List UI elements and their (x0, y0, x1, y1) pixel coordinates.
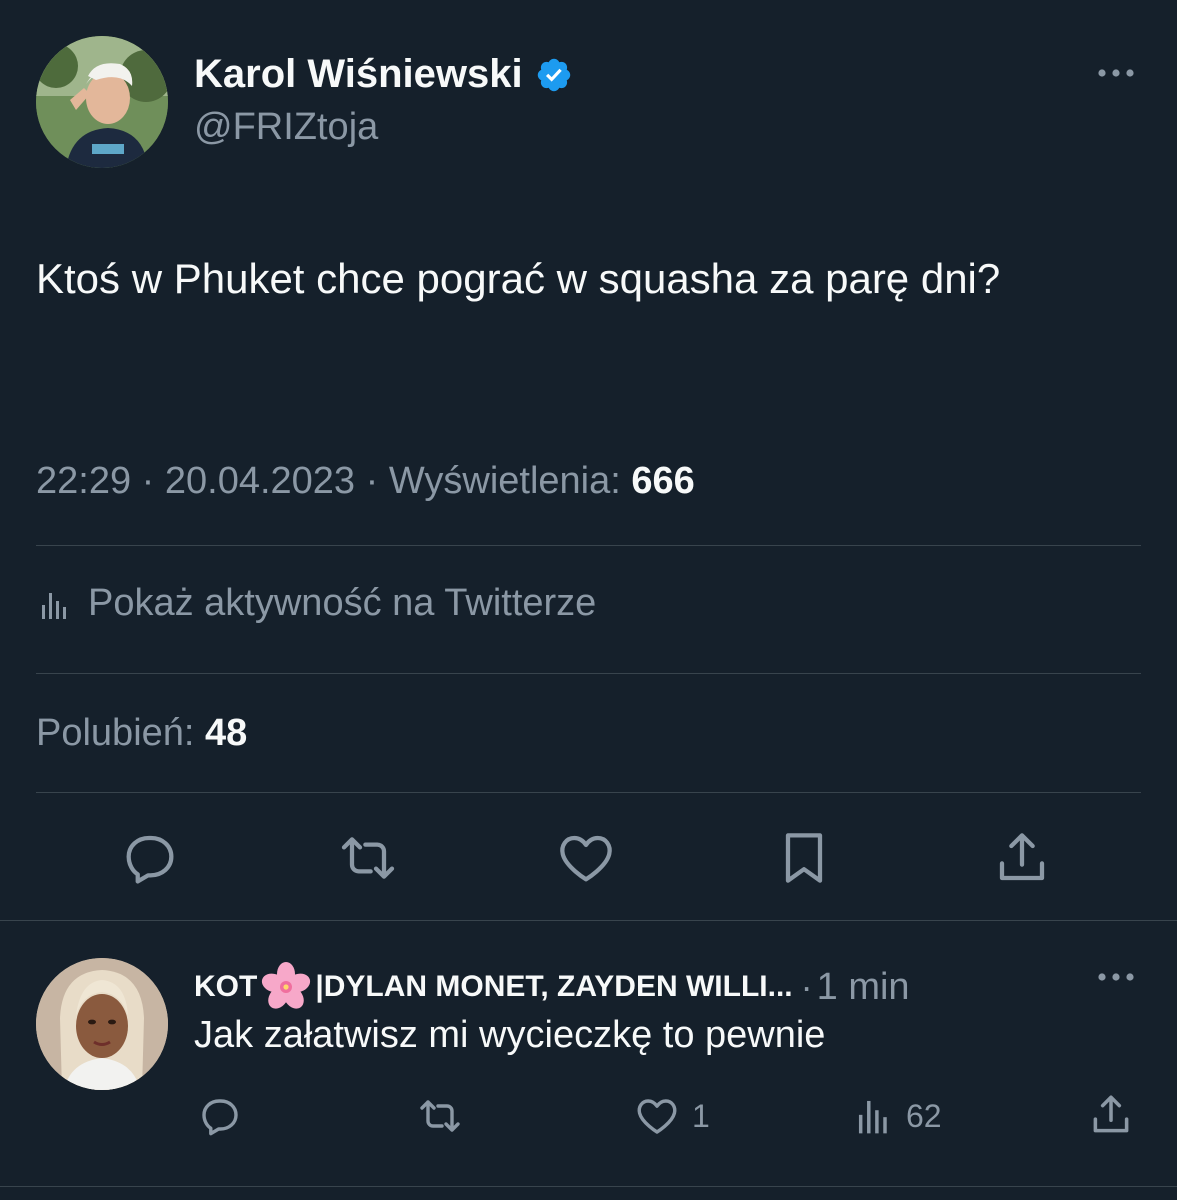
show-activity-link[interactable]: Pokaż aktywność na Twitterze (36, 582, 596, 625)
reply-text: Jak załatwisz mi wycieczkę to pewnie (194, 1014, 826, 1056)
tweet-text: Ktoś w Phuket chce pograć w squasha za p… (36, 255, 1001, 302)
share-icon (999, 833, 1045, 881)
divider (0, 1186, 1177, 1187)
cherry-blossom-icon (262, 962, 311, 1009)
retweet-icon (341, 837, 395, 879)
reply-author-avatar[interactable] (36, 958, 168, 1090)
likes-summary[interactable]: Polubień: 48 (36, 712, 247, 755)
reply-bubble-icon (126, 835, 174, 884)
author-handle[interactable]: @FRIZtoja (194, 106, 378, 149)
tweet-time[interactable]: 22:29 (36, 460, 131, 502)
share-icon (1093, 1095, 1129, 1133)
author-avatar[interactable] (36, 36, 168, 168)
meta-separator: · (365, 460, 389, 502)
reply-like-button[interactable]: 1 (632, 1092, 710, 1140)
divider (36, 673, 1141, 674)
reply-views-button[interactable]: 62 (852, 1092, 942, 1140)
reply-time[interactable]: 1 min (817, 966, 910, 1009)
reply-author-name-suffix: |DYLAN MONET, ZAYDEN WILLI... (315, 970, 793, 1003)
reply-reply-button[interactable] (196, 1092, 244, 1140)
show-activity-label: Pokaż aktywność na Twitterze (88, 582, 597, 624)
analytics-bars-icon (858, 1100, 887, 1134)
retweet-button[interactable] (336, 826, 400, 890)
likes-label: Polubień: (36, 712, 195, 754)
more-dots-icon (1098, 973, 1134, 981)
reply-share-button[interactable] (1086, 1090, 1136, 1140)
reply-like-count: 1 (692, 1097, 710, 1134)
divider (0, 920, 1177, 921)
reply-bubble-icon (202, 1099, 238, 1136)
reply-time-separator: · (800, 966, 813, 1007)
views-label: Wyświetlenia: (388, 460, 621, 502)
retweet-icon (420, 1100, 460, 1132)
author-name-text: Karol Wiśniewski (194, 52, 523, 96)
more-options-button[interactable] (1092, 58, 1140, 88)
bookmark-button[interactable] (772, 826, 836, 890)
reply-button[interactable] (118, 826, 182, 890)
share-button[interactable] (990, 826, 1054, 890)
heart-icon (637, 1099, 677, 1134)
likes-count: 48 (205, 712, 248, 754)
bookmark-icon (785, 833, 823, 883)
reply-author-name-prefix: KOT (194, 970, 258, 1003)
verified-badge-icon (537, 58, 570, 91)
divider (36, 545, 1141, 546)
meta-separator: · (141, 460, 165, 502)
like-button[interactable] (554, 826, 618, 890)
heart-icon (560, 835, 612, 882)
reply-more-options-button[interactable] (1092, 962, 1140, 992)
reply-retweet-button[interactable] (414, 1092, 466, 1140)
tweet-meta: 22:29 · 20.04.2023 · Wyświetlenia: 666 (36, 460, 695, 503)
tweet-date[interactable]: 20.04.2023 (165, 460, 355, 502)
analytics-bars-icon (42, 592, 66, 619)
more-dots-icon (1098, 69, 1134, 77)
reply-view-count: 62 (906, 1097, 942, 1134)
divider (36, 792, 1141, 793)
author-name[interactable]: Karol Wiśniewski (194, 52, 573, 97)
reply-author-name[interactable]: KOT |DYLAN MONET, ZAYDEN WILLI... · 1 mi… (194, 958, 910, 1016)
views-count: 666 (631, 460, 695, 502)
